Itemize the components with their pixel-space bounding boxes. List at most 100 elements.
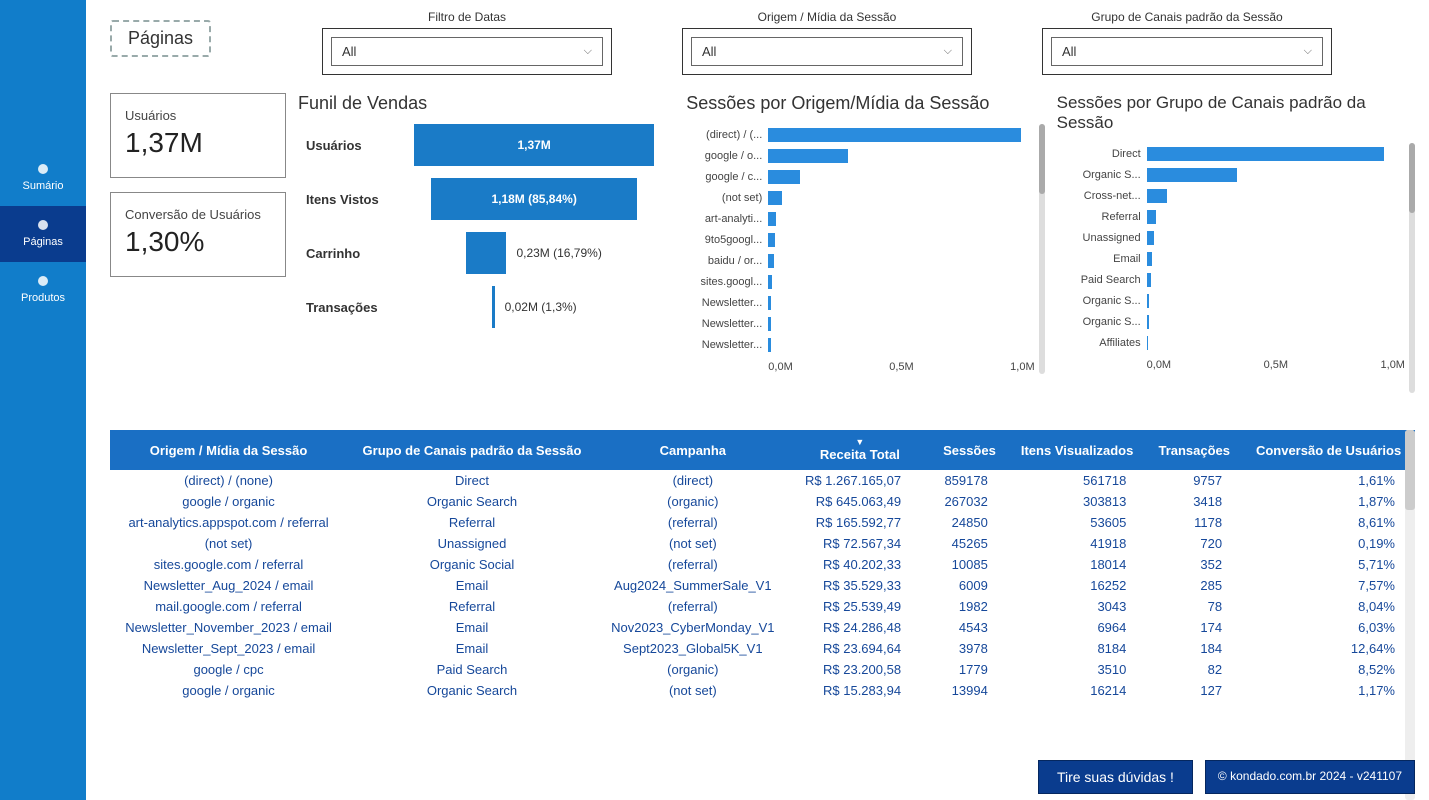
table-row[interactable]: (direct) / (none)Direct(direct)R$ 1.267.… — [110, 470, 1415, 491]
filter-canais: Grupo de Canais padrão da Sessão All ⌵ — [1042, 10, 1332, 75]
table-cell: 8,61% — [1242, 512, 1415, 533]
nav-item-produtos[interactable]: Produtos — [0, 262, 86, 318]
table-cell: 24850 — [931, 512, 1008, 533]
table-row[interactable]: google / cpcPaid Search(organic)R$ 23.20… — [110, 659, 1415, 680]
bar-label: Email — [1057, 253, 1147, 265]
funnel-stage: Transações 0,02M (1,3%) — [306, 286, 666, 328]
bar-fill — [768, 212, 776, 226]
bar-fill — [768, 317, 771, 331]
table-row[interactable]: art-analytics.appspot.com / referralRefe… — [110, 512, 1415, 533]
bar-label: Newsletter... — [686, 318, 768, 330]
funnel-stage: Itens Vistos1,18M (85,84%) — [306, 178, 666, 220]
table-cell: 561718 — [1008, 470, 1147, 491]
bar-fill — [1147, 231, 1155, 245]
bar-fill — [1147, 252, 1152, 266]
funnel-stage-label: Itens Vistos — [306, 192, 402, 207]
pages-button[interactable]: Páginas — [110, 20, 211, 57]
bar-fill — [1147, 147, 1385, 161]
chart-bar-row: sites.googl... — [686, 271, 1034, 292]
bar-label: 9to5googl... — [686, 234, 768, 246]
axis-tick: 0,0M — [768, 361, 792, 373]
table-cell: R$ 40.202,33 — [789, 554, 931, 575]
table-cell: 1178 — [1146, 512, 1242, 533]
bar-fill — [1147, 336, 1148, 350]
chart-bar-row: Newsletter... — [686, 292, 1034, 313]
table-cell: 1,17% — [1242, 680, 1415, 701]
table-cell: R$ 15.283,94 — [789, 680, 931, 701]
table-header[interactable]: Sessões — [931, 430, 1008, 470]
bar-fill — [768, 233, 775, 247]
table-cell: 303813 — [1008, 491, 1147, 512]
table-cell: Organic Search — [347, 680, 597, 701]
bar-label: google / o... — [686, 150, 768, 162]
data-table[interactable]: Origem / Mídia da SessãoGrupo de Canais … — [110, 430, 1415, 701]
table-cell: R$ 645.063,49 — [789, 491, 931, 512]
help-button[interactable]: Tire suas dúvidas ! — [1038, 760, 1193, 794]
charts-row: Usuários 1,37M Conversão de Usuários 1,3… — [110, 93, 1415, 418]
axis-tick: 0,0M — [1147, 359, 1171, 371]
axis-tick: 0,5M — [1264, 359, 1288, 371]
bar-fill — [1147, 168, 1237, 182]
table-row[interactable]: (not set)Unassigned(not set)R$ 72.567,34… — [110, 533, 1415, 554]
table-row[interactable]: Newsletter_Sept_2023 / emailEmailSept202… — [110, 638, 1415, 659]
bar-label: art-analyti... — [686, 213, 768, 225]
table-cell: 5,71% — [1242, 554, 1415, 575]
chart-canais[interactable]: DirectOrganic S...Cross-net...ReferralUn… — [1057, 143, 1415, 418]
table-cell: 12,64% — [1242, 638, 1415, 659]
table-row[interactable]: Newsletter_November_2023 / emailEmailNov… — [110, 617, 1415, 638]
table-header[interactable]: Campanha — [597, 430, 789, 470]
bullet-icon — [38, 276, 48, 286]
table-header[interactable]: Origem / Mídia da Sessão — [110, 430, 347, 470]
chart-origem-midia[interactable]: (direct) / (...google / o...google / c..… — [686, 124, 1044, 399]
chevron-down-icon: ⌵ — [944, 45, 952, 58]
bar-label: Paid Search — [1057, 274, 1147, 286]
scrollbar[interactable] — [1409, 143, 1415, 393]
table-cell: 352 — [1146, 554, 1242, 575]
table-cell: Newsletter_November_2023 / email — [110, 617, 347, 638]
scrollbar[interactable] — [1039, 124, 1045, 374]
table-cell: 9757 — [1146, 470, 1242, 491]
table-cell: Email — [347, 575, 597, 596]
table-header[interactable]: Transações — [1146, 430, 1242, 470]
table-cell: 127 — [1146, 680, 1242, 701]
table-cell: (not set) — [597, 533, 789, 554]
bar-fill — [1147, 189, 1168, 203]
filter-title: Origem / Mídia da Sessão — [682, 10, 972, 24]
table-cell: sites.google.com / referral — [110, 554, 347, 575]
table-row[interactable]: Newsletter_Aug_2024 / emailEmailAug2024_… — [110, 575, 1415, 596]
table-cell: R$ 24.286,48 — [789, 617, 931, 638]
table-cell: Email — [347, 638, 597, 659]
table-cell: 16214 — [1008, 680, 1147, 701]
table-cell: 267032 — [931, 491, 1008, 512]
filter-dropdown-dates[interactable]: All ⌵ — [331, 37, 603, 66]
bar-label: Affiliates — [1057, 337, 1147, 349]
table-cell: 3043 — [1008, 596, 1147, 617]
nav-item-paginas[interactable]: Páginas — [0, 206, 86, 262]
table-cell: 18014 — [1008, 554, 1147, 575]
chart-bar-row: baidu / or... — [686, 250, 1034, 271]
table-header[interactable]: Conversão de Usuários — [1242, 430, 1415, 470]
table-row[interactable]: sites.google.com / referralOrganic Socia… — [110, 554, 1415, 575]
table-header[interactable]: Itens Visualizados — [1008, 430, 1147, 470]
table-row[interactable]: google / organicOrganic Search(not set)R… — [110, 680, 1415, 701]
table-row[interactable]: mail.google.com / referralReferral(refer… — [110, 596, 1415, 617]
table-cell: 41918 — [1008, 533, 1147, 554]
funnel-stage-label: Transações — [306, 300, 402, 315]
nav-item-sumario[interactable]: Sumário — [0, 150, 86, 206]
bar-label: Direct — [1057, 148, 1147, 160]
filter-title: Grupo de Canais padrão da Sessão — [1042, 10, 1332, 24]
table-row[interactable]: google / organicOrganic Search(organic)R… — [110, 491, 1415, 512]
table-header[interactable]: Grupo de Canais padrão da Sessão — [347, 430, 597, 470]
funnel-side-label: 0,02M (1,3%) — [505, 300, 577, 314]
bar-fill — [768, 254, 773, 268]
scrollbar[interactable] — [1405, 430, 1415, 800]
table-header[interactable]: ▼Receita Total — [789, 430, 931, 470]
funnel-bar — [466, 232, 506, 274]
table-cell: Direct — [347, 470, 597, 491]
kpi-label: Usuários — [125, 108, 271, 123]
filter-dropdown-canais[interactable]: All ⌵ — [1051, 37, 1323, 66]
bullet-icon — [38, 220, 48, 230]
filter-dropdown-origem[interactable]: All ⌵ — [691, 37, 963, 66]
sort-desc-icon: ▼ — [799, 438, 921, 447]
chart-bar-row: art-analyti... — [686, 208, 1034, 229]
